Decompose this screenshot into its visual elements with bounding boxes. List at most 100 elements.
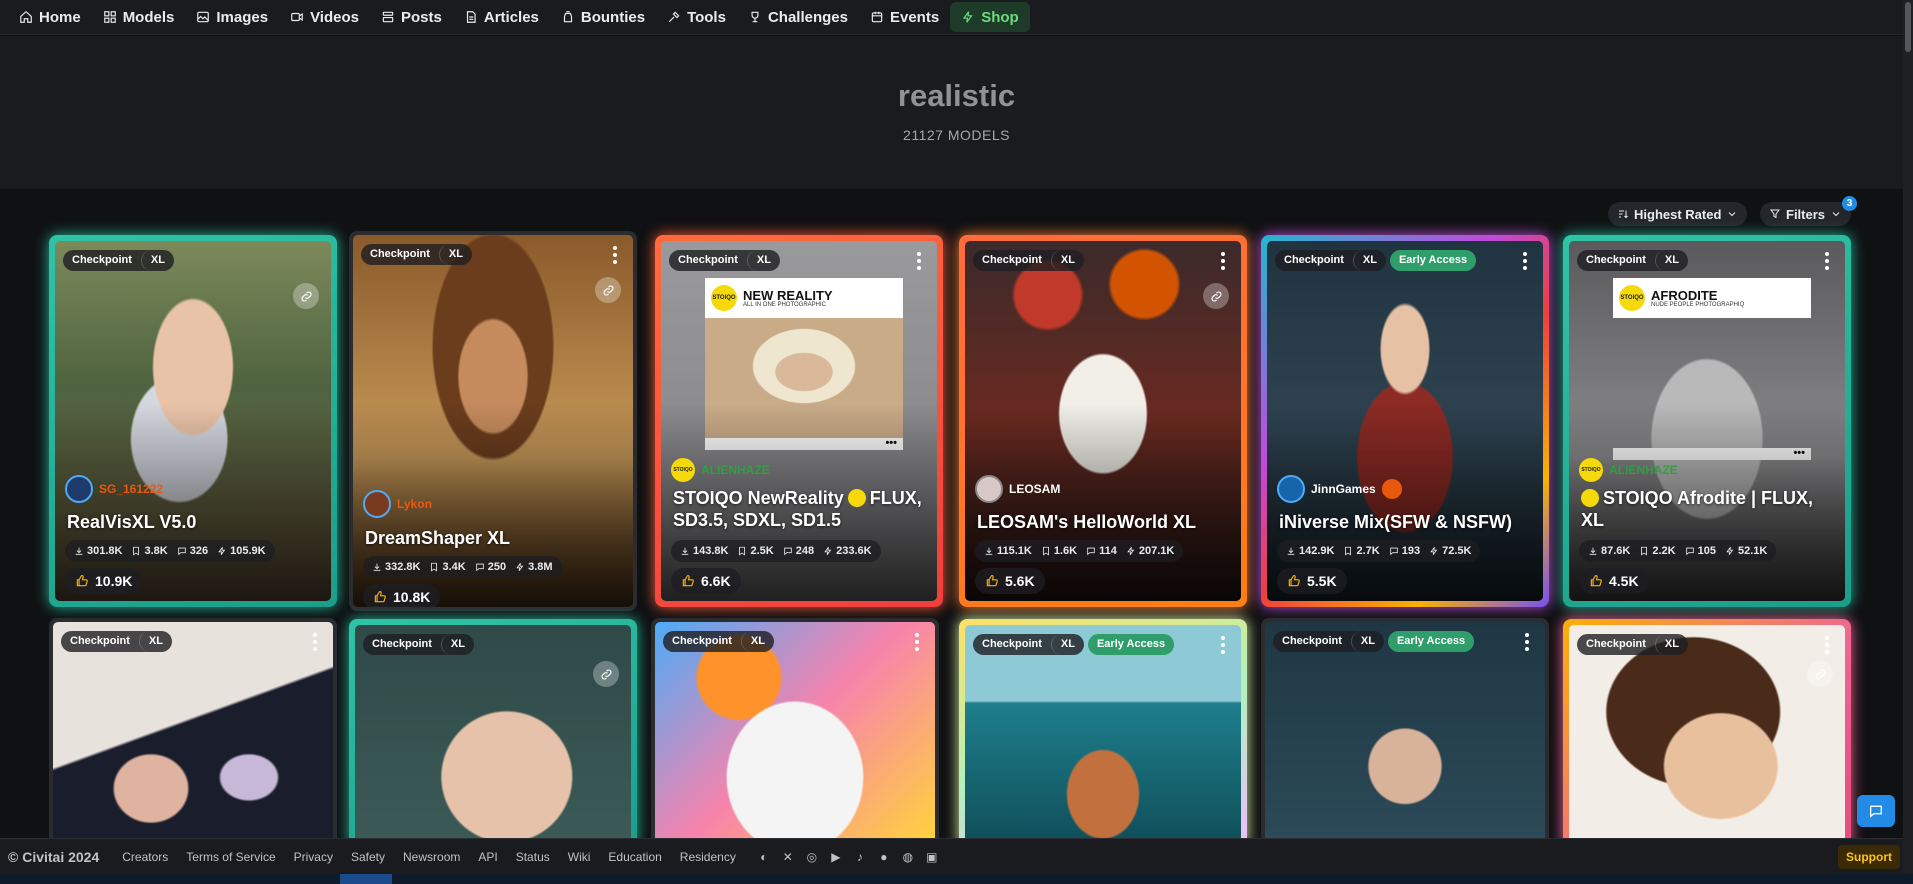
x-icon[interactable]: ✕	[781, 850, 795, 864]
support-label: Support	[1846, 850, 1892, 864]
youtube-icon[interactable]: ▶	[829, 850, 843, 864]
filters-button[interactable]: Filters 3	[1760, 196, 1858, 226]
link-button[interactable]	[293, 283, 319, 309]
instagram-icon[interactable]: ◎	[805, 850, 819, 864]
bookmark-icon	[431, 562, 438, 572]
comments-count: 326	[189, 545, 209, 557]
model-card[interactable]: Checkpoint XL Early Access JinnGames iNive…	[1261, 235, 1549, 607]
card-menu-button[interactable]	[1215, 251, 1231, 271]
bookmark-icon	[1345, 546, 1352, 556]
model-card[interactable]: Checkpoint XL Early Access	[1261, 618, 1549, 848]
comments-count: 250	[487, 561, 507, 573]
model-card[interactable]: Checkpoint XL SG_161222 RealVisXL V5.0 30…	[49, 235, 337, 607]
model-card[interactable]: Checkpoint XL	[349, 619, 637, 848]
nav-videos[interactable]: Videos	[279, 2, 370, 32]
model-card[interactable]: Checkpoint XL LEOSAM LEOSAM's HelloWorld …	[959, 235, 1247, 607]
bolt-icon	[962, 11, 973, 23]
nav-challenges[interactable]: Challenges	[737, 2, 859, 32]
link-button[interactable]	[1807, 661, 1833, 687]
comments-count: 105	[1697, 545, 1716, 557]
card-menu-button[interactable]	[1517, 251, 1533, 271]
collects-count: 2.2K	[1652, 545, 1676, 557]
creator[interactable]: STOIQO ALIENHAZE	[1579, 458, 1678, 482]
nav-images[interactable]: Images	[185, 2, 279, 32]
early-access-badge: Early Access	[1387, 631, 1475, 652]
card-menu-button[interactable]	[1519, 632, 1535, 652]
support-button[interactable]: Support	[1838, 845, 1900, 869]
reddit-icon[interactable]: ●	[877, 850, 891, 864]
download-icon	[681, 547, 689, 555]
grid-icon	[103, 11, 116, 23]
discord-icon[interactable]: ◐	[757, 850, 771, 864]
scrollbar[interactable]	[1903, 0, 1913, 874]
card-image	[1569, 625, 1845, 842]
page-header: realistic 21127 MODELS	[0, 36, 1913, 189]
model-card[interactable]: STOIQOAFRODITENUDE PEOPLE PHOTOGRAPHIQ •…	[1563, 235, 1851, 607]
link-icon	[603, 285, 613, 295]
card-menu-button[interactable]	[307, 632, 323, 652]
nav-posts-label: Posts	[401, 8, 442, 26]
footer-link-newsroom[interactable]: Newsroom	[394, 850, 469, 864]
model-card[interactable]: Checkpoint XL Early Access	[959, 619, 1247, 848]
github-icon[interactable]: ◍	[901, 850, 915, 864]
footer: © Civitai 2024 Creators Terms of Service…	[0, 838, 1913, 874]
card-tags: Checkpoint XL	[63, 250, 174, 271]
card-tags: Checkpoint XL	[663, 631, 774, 652]
footer-link-terms[interactable]: Terms of Service	[177, 850, 284, 864]
nav-posts[interactable]: Posts	[370, 2, 453, 32]
footer-link-education[interactable]: Education	[599, 850, 670, 864]
card-menu-button[interactable]	[1819, 251, 1835, 271]
card-menu-button[interactable]	[909, 632, 925, 652]
model-type-badge: Checkpoint	[1282, 635, 1342, 647]
scrollbar-thumb[interactable]	[1905, 2, 1911, 52]
nav-tools[interactable]: Tools	[656, 2, 737, 32]
comments-count: 193	[1401, 545, 1421, 557]
nav-home[interactable]: Home	[8, 2, 92, 32]
collects-count: 2.5K	[750, 545, 774, 557]
sponsor-slogan: ALL IN ONE PHOTOGRAPHIC	[743, 301, 827, 308]
model-card[interactable]: Checkpoint XL Lykon DreamShaper XL 332.8K…	[349, 231, 637, 611]
creator[interactable]: JinnGames	[1277, 475, 1402, 503]
footer-link-privacy[interactable]: Privacy	[285, 850, 342, 864]
nav-bounties[interactable]: Bounties	[550, 2, 656, 32]
footer-link-safety[interactable]: Safety	[342, 850, 394, 864]
model-card[interactable]: Checkpoint XL	[651, 618, 939, 848]
model-card[interactable]: Checkpoint XL	[1563, 619, 1851, 848]
creator[interactable]: SG_161222	[65, 475, 163, 503]
creator-name: LEOSAM	[1009, 482, 1061, 496]
model-card[interactable]: Checkpoint XL	[49, 618, 337, 848]
creator[interactable]: STOIQO ALIENHAZE	[671, 458, 770, 482]
card-tags: Checkpoint XL	[61, 631, 172, 652]
bookmark-icon	[739, 546, 746, 556]
card-menu-button[interactable]	[607, 245, 623, 265]
nav-shop[interactable]: Shop	[950, 2, 1030, 32]
avatar	[65, 475, 93, 503]
footer-link-creators[interactable]: Creators	[113, 850, 177, 864]
card-menu-button[interactable]	[1819, 635, 1835, 655]
model-type-badge: Checkpoint	[678, 254, 738, 266]
card-menu-button[interactable]	[911, 251, 927, 271]
card-menu-button[interactable]	[1215, 635, 1231, 655]
link-button[interactable]	[1203, 283, 1229, 309]
footer-link-wiki[interactable]: Wiki	[559, 850, 600, 864]
creator-name: Lykon	[397, 497, 432, 511]
link-icon	[1211, 291, 1221, 301]
creator[interactable]: LEOSAM	[975, 475, 1060, 503]
twitch-icon[interactable]: ▣	[925, 850, 939, 864]
nav-events[interactable]: Events	[859, 2, 950, 32]
link-button[interactable]	[593, 661, 619, 687]
footer-link-api[interactable]: API	[469, 850, 506, 864]
footer-link-status[interactable]: Status	[507, 850, 559, 864]
tools-icon	[668, 11, 680, 23]
card-stats: 301.8K 3.8K 326 105.9K	[65, 540, 275, 562]
nav-articles[interactable]: Articles	[453, 2, 550, 32]
model-card[interactable]: STOIQO NEW REALITY ALL IN ONE PHOTOGRAPHIC…	[655, 235, 943, 607]
tiktok-icon[interactable]: ♪	[853, 850, 867, 864]
creator[interactable]: Lykon	[363, 490, 432, 518]
footer-link-residency[interactable]: Residency	[671, 850, 745, 864]
sort-dropdown[interactable]: Highest Rated	[1608, 202, 1748, 226]
nav-models[interactable]: Models	[92, 2, 186, 32]
link-button[interactable]	[595, 277, 621, 303]
buzz-count: 72.5K	[1442, 545, 1472, 557]
chat-button[interactable]	[1857, 795, 1895, 827]
